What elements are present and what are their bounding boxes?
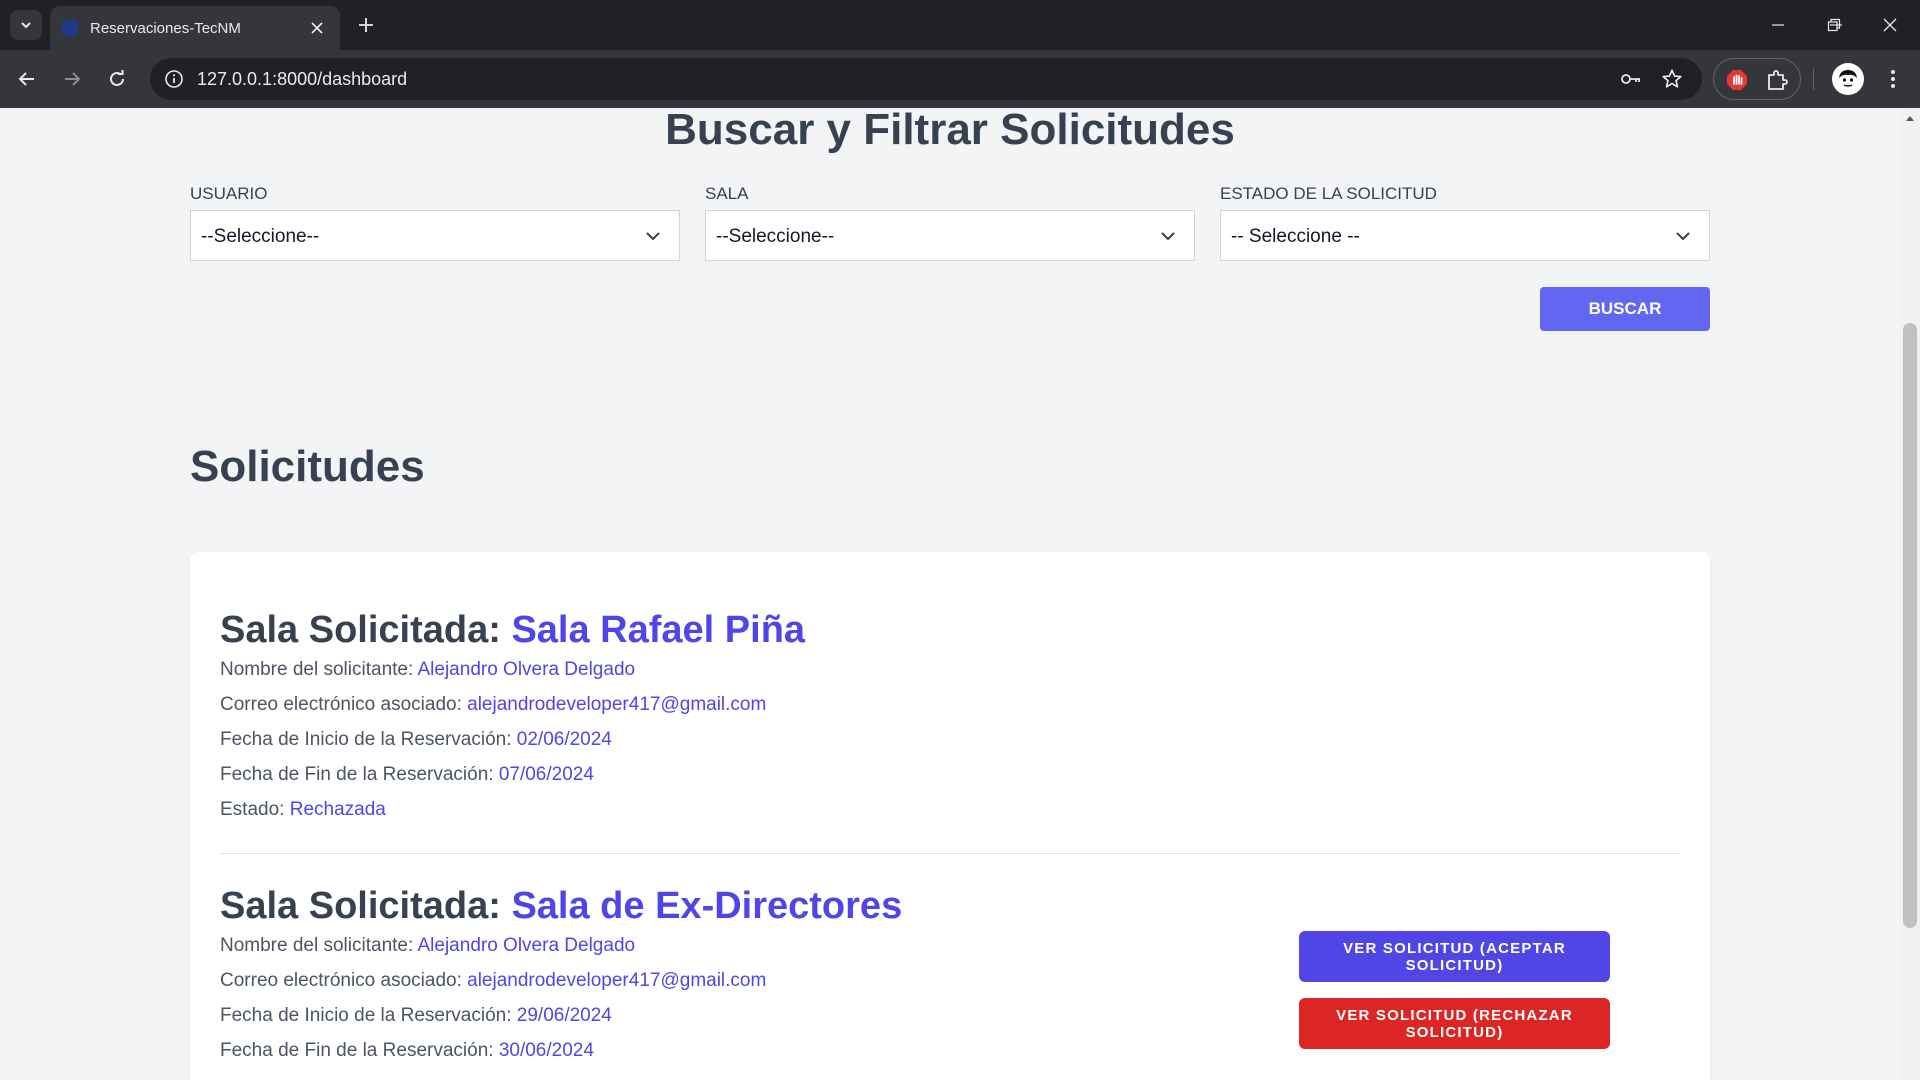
estado-text-label: Estado: xyxy=(220,799,290,820)
arrow-right-icon xyxy=(65,72,81,86)
puzzle-extensions-icon[interactable] xyxy=(1762,65,1792,95)
filter-page-title: Buscar y Filtrar Solicitudes xyxy=(665,108,1235,154)
correo-value: alejandrodeveloper417@gmail.com xyxy=(467,970,767,991)
tab-title: Reservaciones-TecNM xyxy=(90,19,241,37)
browser-toolbar: 127.0.0.1:8000/dashboard xyxy=(0,50,1920,108)
usuario-label: USUARIO xyxy=(190,184,268,203)
arrow-left-icon xyxy=(18,72,34,86)
scrollbar-thumb[interactable] xyxy=(1903,323,1917,928)
sala-select[interactable]: --Seleccione-- xyxy=(705,210,1195,261)
new-tab-button[interactable] xyxy=(350,10,382,40)
solicitante-value: Alejandro Olvera Delgado xyxy=(417,659,636,680)
buscar-button[interactable]: BUSCAR xyxy=(1540,287,1710,331)
chevron-down-icon xyxy=(1676,232,1690,241)
password-key-icon[interactable] xyxy=(1616,64,1646,94)
chevron-down-icon xyxy=(21,22,31,29)
fin-label: Fecha de Fin de la Reservación: xyxy=(220,1040,499,1061)
sala-name: Sala Rafael Piña xyxy=(511,609,806,651)
adblock-extension-icon[interactable] xyxy=(1722,65,1752,95)
fin-line: Fecha de Fin de la Reservación: 07/06/20… xyxy=(220,757,1680,792)
sala-label: SALA xyxy=(705,184,749,203)
inicio-line: Fecha de Inicio de la Reservación: 02/06… xyxy=(220,722,1680,757)
sala-heading-label: Sala Solicitada: xyxy=(220,885,512,927)
estado-select-value: -- Seleccione -- xyxy=(1231,226,1360,247)
fin-value: 30/06/2024 xyxy=(498,1040,594,1061)
page-scrollbar[interactable] xyxy=(1900,108,1920,1080)
estado-label: ESTADO DE LA SOLICITUD xyxy=(1220,184,1437,203)
solicitud-heading: Sala Solicitada: Sala de Ex-Directores xyxy=(220,884,1680,928)
browser-tab-bar: Reservaciones-TecNM xyxy=(0,0,1920,50)
solicitante-label: Nombre del solicitante: xyxy=(220,659,418,680)
url-text: 127.0.0.1:8000/dashboard xyxy=(197,69,408,89)
solicitante-label: Nombre del solicitante: xyxy=(220,935,418,956)
correo-line: Correo electrónico asociado: alejandrode… xyxy=(220,687,1680,722)
correo-label: Correo electrónico asociado: xyxy=(220,694,468,715)
chevron-down-icon xyxy=(1161,232,1175,241)
tab-favicon-icon xyxy=(62,20,78,36)
minimize-window-button[interactable] xyxy=(1750,0,1806,50)
usuario-select-value: --Seleccione-- xyxy=(201,226,320,247)
correo-value: alejandrodeveloper417@gmail.com xyxy=(467,694,767,715)
tab-search-button[interactable] xyxy=(10,10,42,40)
address-bar[interactable]: 127.0.0.1:8000/dashboard xyxy=(150,58,1702,100)
plus-icon xyxy=(359,18,373,32)
sala-select-value: --Seleccione-- xyxy=(716,226,835,247)
bookmark-star-icon[interactable] xyxy=(1657,64,1687,94)
close-icon xyxy=(1883,18,1897,32)
restore-window-button[interactable] xyxy=(1806,0,1862,50)
sala-name: Sala de Ex-Directores xyxy=(511,885,903,927)
fin-value: 07/06/2024 xyxy=(498,764,594,785)
solicitud-heading: Sala Solicitada: Sala Rafael Piña xyxy=(220,608,1680,652)
inicio-value: 02/06/2024 xyxy=(516,729,612,750)
status-badge: Rechazada xyxy=(289,799,386,820)
profile-avatar-icon[interactable] xyxy=(1832,63,1864,95)
fin-label: Fecha de Fin de la Reservación: xyxy=(220,764,499,785)
page-viewport: Buscar y Filtrar Solicitudes USUARIO --S… xyxy=(0,108,1900,1080)
scroll-up-arrow-icon[interactable] xyxy=(1900,110,1920,126)
more-vertical-icon xyxy=(1891,70,1895,88)
estado-select[interactable]: -- Seleccione -- xyxy=(1220,210,1710,261)
site-info-icon[interactable] xyxy=(160,65,188,93)
correo-label: Correo electrónico asociado: xyxy=(220,970,468,991)
usuario-select[interactable]: --Seleccione-- xyxy=(190,210,680,261)
toolbar-divider xyxy=(1813,68,1814,90)
inicio-label: Fecha de Inicio de la Reservación: xyxy=(220,1005,517,1026)
sala-heading-label: Sala Solicitada: xyxy=(220,609,512,651)
close-icon xyxy=(311,22,323,34)
solicitudes-card: Sala Solicitada: Sala Rafael Piña Nombre… xyxy=(190,552,1710,1080)
estado-line: Estado: Rechazada xyxy=(220,792,1680,827)
minimize-icon xyxy=(1772,24,1784,26)
aceptar-solicitud-button[interactable]: VER SOLICITUD (ACEPTAR SOLICITUD) xyxy=(1299,931,1610,982)
browser-menu-button[interactable] xyxy=(1878,63,1908,95)
reload-button[interactable] xyxy=(99,61,135,97)
restore-icon xyxy=(1827,18,1841,32)
reload-icon xyxy=(110,70,124,86)
solicitudes-title: Solicitudes xyxy=(190,442,425,491)
close-window-button[interactable] xyxy=(1862,0,1918,50)
back-button[interactable] xyxy=(9,61,45,97)
solicitud-divider xyxy=(220,853,1680,854)
browser-tab-active[interactable]: Reservaciones-TecNM xyxy=(50,6,340,50)
extensions-group xyxy=(1713,58,1801,100)
inicio-value: 29/06/2024 xyxy=(516,1005,612,1026)
forward-button[interactable] xyxy=(54,61,90,97)
solicitante-line: Nombre del solicitante: Alejandro Olvera… xyxy=(220,652,1680,687)
solicitud-item: Sala Solicitada: Sala Rafael Piña Nombre… xyxy=(220,608,1680,827)
chevron-down-icon xyxy=(646,232,660,241)
tab-close-button[interactable] xyxy=(306,17,328,39)
inicio-label: Fecha de Inicio de la Reservación: xyxy=(220,729,517,750)
rechazar-solicitud-button[interactable]: VER SOLICITUD (RECHAZAR SOLICITUD) xyxy=(1299,998,1610,1049)
solicitante-value: Alejandro Olvera Delgado xyxy=(417,935,636,956)
